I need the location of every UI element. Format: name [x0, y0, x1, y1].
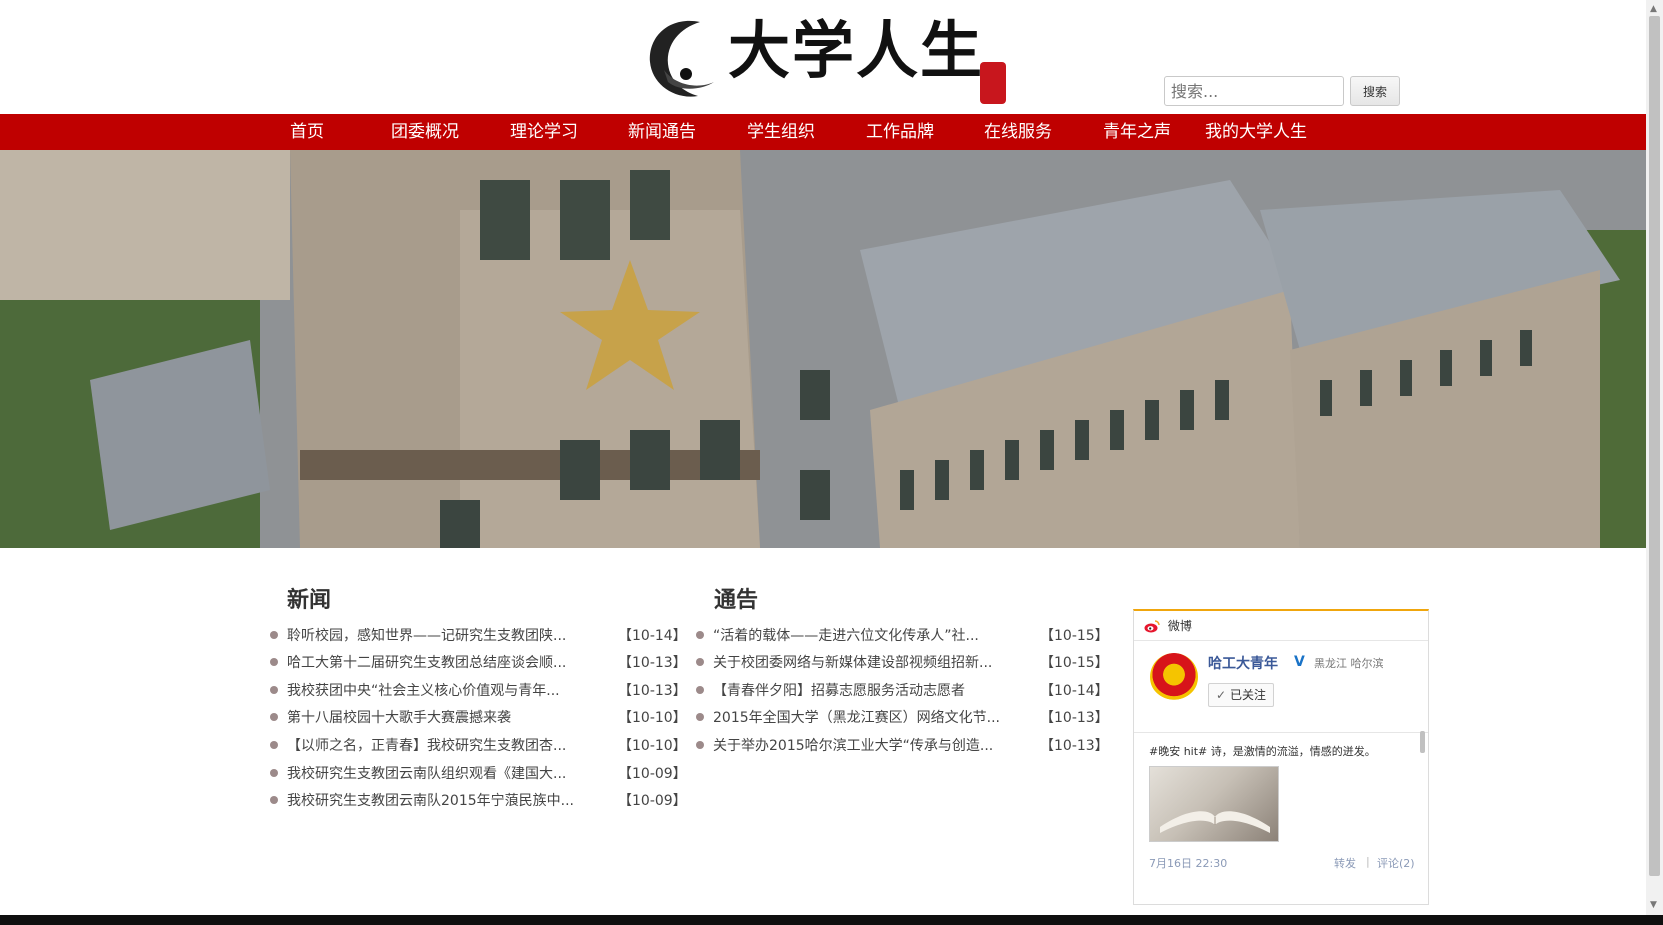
- news-date: 【10-13】: [618, 655, 687, 671]
- scroll-thumb[interactable]: [1649, 16, 1660, 876]
- repost-link[interactable]: 转发: [1334, 855, 1356, 871]
- header: 大学人生 搜索: [0, 0, 1646, 114]
- weibo-user-card: 哈工大青年 V 黑龙江 哈尔滨 ✓ 已关注: [1134, 641, 1428, 733]
- news-link[interactable]: 第十八届校园十大歌手大赛震撼来袭: [287, 707, 511, 727]
- page-scrollbar[interactable]: ▲ ▼: [1646, 0, 1663, 915]
- nav-item-home[interactable]: 首页: [290, 114, 324, 150]
- bottom-taskbar-strip: [0, 915, 1663, 925]
- weibo-location: 黑龙江 哈尔滨: [1314, 657, 1384, 670]
- logo-text: 大学人生: [728, 14, 985, 87]
- weibo-username[interactable]: 哈工大青年: [1208, 653, 1278, 673]
- bullet-icon: [270, 631, 278, 639]
- notice-link[interactable]: 关于校团委网络与新媒体建设部视频组招新...: [713, 652, 992, 672]
- news-date: 【10-09】: [618, 793, 687, 809]
- follow-button[interactable]: ✓ 已关注: [1208, 683, 1274, 707]
- scroll-down-arrow-icon[interactable]: ▼: [1650, 900, 1657, 910]
- notice-date: 【10-14】: [1040, 683, 1109, 699]
- logo-seal: [980, 62, 1006, 104]
- bullet-icon: [270, 686, 278, 694]
- follow-label: 已关注: [1229, 688, 1266, 702]
- site-logo[interactable]: 大学人生: [640, 6, 1020, 110]
- banner-image: [0, 150, 1646, 548]
- notice-item: 2015年全国大学（黑龙江赛区）网络文化节... 【10-13】: [696, 707, 1111, 727]
- weibo-header: 微博: [1134, 611, 1428, 641]
- news-date: 【10-09】: [618, 766, 687, 782]
- notice-link[interactable]: 【青春伴夕阳】招募志愿服务活动志愿者: [713, 680, 965, 700]
- comment-link[interactable]: 评论(2): [1377, 855, 1415, 871]
- bullet-icon: [270, 713, 278, 721]
- weibo-icon: [1144, 620, 1160, 633]
- news-item: 哈工大第十二届研究生支教团总结座谈会顺... 【10-13】: [270, 652, 687, 672]
- bullet-icon: [270, 796, 278, 804]
- scroll-up-arrow-icon[interactable]: ▲: [1650, 4, 1657, 14]
- weibo-post-image[interactable]: [1149, 766, 1279, 842]
- news-item: 聆听校园，感知世界——记研究生支教团陕... 【10-14】: [270, 625, 687, 645]
- notice-item: 【青春伴夕阳】招募志愿服务活动志愿者 【10-14】: [696, 680, 1111, 700]
- news-date: 【10-14】: [618, 628, 687, 644]
- nav-item-services[interactable]: 在线服务: [984, 114, 1052, 150]
- weibo-post-time: 7月16日 22:30: [1149, 857, 1228, 870]
- open-book-image: [1160, 811, 1270, 833]
- bullet-icon: [696, 741, 704, 749]
- search-input[interactable]: [1164, 76, 1344, 106]
- news-section-title: 新闻: [287, 588, 332, 613]
- news-link[interactable]: 我校研究生支教团云南队2015年宁蒗民族中...: [287, 790, 574, 810]
- notice-item: “活着的载体——走进六位文化传承人”社... 【10-15】: [696, 625, 1111, 645]
- page: 大学人生 搜索 首页 团委概况 理论学习 新闻通告 学生组织 工作品牌 在线服务…: [0, 0, 1663, 925]
- nav-item-theory[interactable]: 理论学习: [510, 114, 578, 150]
- weibo-scrollbar[interactable]: [1420, 731, 1425, 753]
- check-icon: ✓: [1216, 688, 1227, 702]
- notice-date: 【10-15】: [1040, 628, 1109, 644]
- notices-section-title: 通告: [714, 588, 759, 613]
- weibo-title: 微博: [1167, 619, 1192, 633]
- news-link[interactable]: 我校获团中央“社会主义核心价值观与青年...: [287, 680, 560, 700]
- news-item: 第十八届校园十大歌手大赛震撼来袭 【10-10】: [270, 707, 687, 727]
- nav-item-overview[interactable]: 团委概况: [391, 114, 459, 150]
- notice-link[interactable]: 关于举办2015哈尔滨工业大学“传承与创造...: [713, 735, 993, 755]
- news-item: 我校研究生支教团云南队2015年宁蒗民族中... 【10-09】: [270, 790, 687, 810]
- nav-item-student-orgs[interactable]: 学生组织: [747, 114, 815, 150]
- news-date: 【10-10】: [618, 738, 687, 754]
- notice-date: 【10-13】: [1040, 738, 1109, 754]
- avatar[interactable]: [1150, 653, 1198, 701]
- bullet-icon: [270, 658, 278, 666]
- campus-building-illustration: [0, 150, 1646, 548]
- notice-date: 【10-13】: [1040, 710, 1109, 726]
- bullet-icon: [696, 631, 704, 639]
- notice-date: 【10-15】: [1040, 655, 1109, 671]
- search-button[interactable]: 搜索: [1350, 76, 1400, 106]
- bullet-icon: [270, 741, 278, 749]
- news-date: 【10-13】: [618, 683, 687, 699]
- news-date: 【10-10】: [618, 710, 687, 726]
- news-item: 【以师之名，正青春】我校研究生支教团杏... 【10-10】: [270, 735, 687, 755]
- bullet-icon: [696, 658, 704, 666]
- nav-item-brand[interactable]: 工作品牌: [866, 114, 934, 150]
- brush-circle-icon: [649, 20, 714, 97]
- nav-item-news[interactable]: 新闻通告: [628, 114, 696, 150]
- weibo-widget: 微博 哈工大青年 V 黑龙江 哈尔滨 ✓ 已关注 #晚安 hit# 诗，是激情的…: [1133, 609, 1429, 905]
- verified-v-icon: V: [1294, 654, 1305, 670]
- main-nav: 首页 团委概况 理论学习 新闻通告 学生组织 工作品牌 在线服务 青年之声 我的…: [0, 114, 1646, 150]
- news-link[interactable]: 哈工大第十二届研究生支教团总结座谈会顺...: [287, 652, 566, 672]
- news-link[interactable]: 聆听校园，感知世界——记研究生支教团陕...: [287, 625, 566, 645]
- news-item: 我校研究生支教团云南队组织观看《建国大... 【10-09】: [270, 763, 687, 783]
- action-separator: |: [1366, 855, 1370, 868]
- news-item: 我校获团中央“社会主义核心价值观与青年... 【10-13】: [270, 680, 687, 700]
- nav-item-my-college-life[interactable]: 我的大学人生: [1205, 114, 1307, 150]
- notice-item: 关于举办2015哈尔滨工业大学“传承与创造... 【10-13】: [696, 735, 1111, 755]
- notice-link[interactable]: “活着的载体——走进六位文化传承人”社...: [713, 625, 979, 645]
- news-link[interactable]: 【以师之名，正青春】我校研究生支教团杏...: [287, 735, 566, 755]
- weibo-post-text: #晚安 hit# 诗，是激情的流溢，情感的迸发。: [1149, 745, 1376, 758]
- news-link[interactable]: 我校研究生支教团云南队组织观看《建国大...: [287, 763, 566, 783]
- bullet-icon: [270, 769, 278, 777]
- notice-link[interactable]: 2015年全国大学（黑龙江赛区）网络文化节...: [713, 707, 1000, 727]
- bullet-icon: [696, 686, 704, 694]
- bullet-icon: [696, 713, 704, 721]
- notice-item: 关于校团委网络与新媒体建设部视频组招新... 【10-15】: [696, 652, 1111, 672]
- nav-item-youth-voice[interactable]: 青年之声: [1103, 114, 1171, 150]
